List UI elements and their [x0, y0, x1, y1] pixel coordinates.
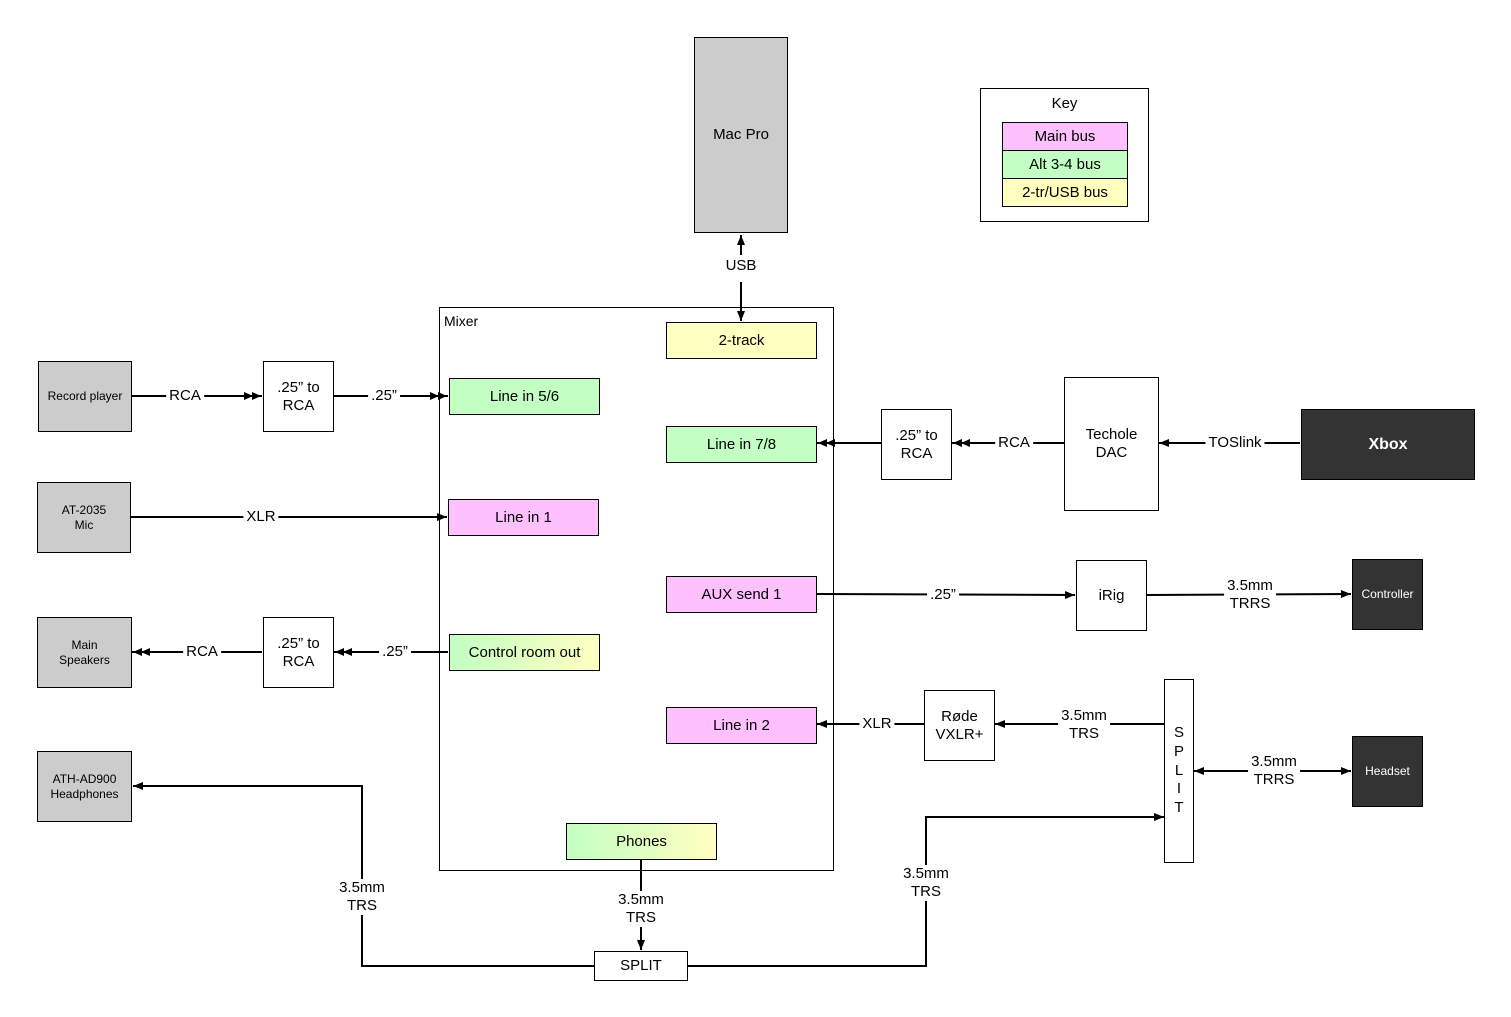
split-letter: P	[1173, 742, 1184, 760]
key-usb-bus: 2-tr/USB bus	[1002, 178, 1128, 207]
controller[interactable]: Controller	[1352, 559, 1423, 630]
label-rp-quarter: .25”	[368, 387, 400, 405]
label-vsplit-trs-1: 3.5mm	[903, 865, 949, 882]
label-irig-trrs-1: 3.5mm	[1227, 577, 1273, 594]
record-player[interactable]: Record player	[38, 361, 132, 432]
adapter-rca-out-line2: RCA	[282, 652, 315, 670]
key-main-bus: Main bus	[1002, 122, 1128, 151]
label-phones-trs-1: 3.5mm	[618, 891, 664, 908]
label-mic-xlr: XLR	[243, 508, 279, 526]
port-two-track[interactable]: 2-track	[666, 322, 817, 359]
label-toslink: TOSlink	[1205, 434, 1265, 452]
main-speakers[interactable]: Main Speakers	[37, 617, 132, 688]
split-letter: T	[1174, 799, 1184, 817]
label-usb: USB	[722, 257, 760, 275]
label-headset-trrs-1: 3.5mm	[1251, 753, 1297, 770]
label-phones-trs-2: TRS	[626, 909, 656, 926]
adapter-rca-in-line1: .25” to	[277, 378, 320, 396]
mic-line1: AT-2035	[61, 503, 107, 518]
splitter-vertical[interactable]: S P L I T	[1164, 679, 1194, 863]
label-irig-trrs-2: TRRS	[1229, 595, 1271, 612]
headset[interactable]: Headset	[1352, 736, 1423, 807]
label-headset-trrs-2: TRRS	[1253, 771, 1295, 788]
adapter-rca-out[interactable]: .25” to RCA	[263, 617, 334, 688]
speakers-line2: Speakers	[59, 652, 110, 667]
label-dac-rca: RCA	[995, 434, 1033, 452]
speakers-line1: Main	[71, 638, 98, 653]
mac-pro[interactable]: Mac Pro	[694, 37, 788, 233]
rode-vxlr[interactable]: Røde VXLR+	[924, 690, 995, 761]
split-letter: I	[1176, 780, 1182, 798]
headphones-line2: Headphones	[50, 786, 119, 801]
xbox[interactable]: Xbox	[1301, 409, 1475, 480]
label-aux-quarter: .25”	[927, 586, 959, 604]
adapter-rca-in[interactable]: .25” to RCA	[263, 361, 334, 432]
adapter-rca-xbox-line1: .25” to	[895, 426, 938, 444]
adapter-rca-xbox-line2: RCA	[900, 444, 933, 462]
legend-key: Key Main bus Alt 3-4 bus 2-tr/USB bus	[980, 88, 1149, 222]
label-rode-xlr: XLR	[859, 715, 895, 733]
label-headset-trrs: 3.5mm TRRS	[1248, 753, 1300, 789]
dac-line2: DAC	[1095, 444, 1128, 461]
label-hp-trs-1: 3.5mm	[339, 879, 385, 896]
label-vsplit-trs-2: TRS	[911, 883, 941, 900]
label-phones-trs: 3.5mm TRS	[615, 891, 667, 927]
label-hp-trs: 3.5mm TRS	[336, 879, 388, 915]
dac-line1: Techole	[1085, 426, 1138, 443]
key-alt-bus: Alt 3-4 bus	[1002, 150, 1128, 179]
split-letter: L	[1174, 761, 1184, 779]
port-phones[interactable]: Phones	[566, 823, 717, 860]
label-vsplit-trs: 3.5mm TRS	[900, 865, 952, 901]
splitter-bottom[interactable]: SPLIT	[594, 951, 688, 981]
adapter-rca-out-line1: .25” to	[277, 634, 320, 652]
rode-line1: Røde	[941, 707, 978, 725]
mixer-title: Mixer	[444, 313, 479, 329]
split-letter: S	[1173, 724, 1184, 742]
irig[interactable]: iRig	[1076, 560, 1147, 631]
techole-dac[interactable]: Techole DAC	[1064, 377, 1159, 511]
adapter-rca-xbox[interactable]: .25” to RCA	[881, 409, 952, 480]
port-line-2[interactable]: Line in 2	[666, 707, 817, 744]
port-aux-send-1[interactable]: AUX send 1	[666, 576, 817, 613]
port-line-1[interactable]: Line in 1	[448, 499, 599, 536]
label-spk-rca: RCA	[183, 643, 221, 661]
label-irig-trrs: 3.5mm TRRS	[1224, 577, 1276, 613]
port-control-room-out[interactable]: Control room out	[449, 634, 600, 671]
key-title: Key	[1051, 95, 1078, 112]
port-line-7-8[interactable]: Line in 7/8	[666, 426, 817, 463]
adapter-rca-in-line2: RCA	[282, 396, 315, 414]
headphones-ath-ad900[interactable]: ATH-AD900 Headphones	[37, 751, 132, 822]
label-split-trs: 3.5mm TRS	[1058, 707, 1110, 743]
mic-line2: Mic	[74, 517, 94, 532]
port-line-5-6[interactable]: Line in 5/6	[449, 378, 600, 415]
label-split-trs-1: 3.5mm	[1061, 707, 1107, 724]
rode-line2: VXLR+	[935, 725, 984, 743]
label-spk-quarter: .25”	[379, 643, 411, 661]
headphones-line1: ATH-AD900	[52, 772, 117, 787]
label-split-trs-2: TRS	[1069, 725, 1099, 742]
mic-at2035[interactable]: AT-2035 Mic	[37, 482, 131, 553]
label-hp-trs-2: TRS	[347, 897, 377, 914]
label-rp-rca: RCA	[166, 387, 204, 405]
